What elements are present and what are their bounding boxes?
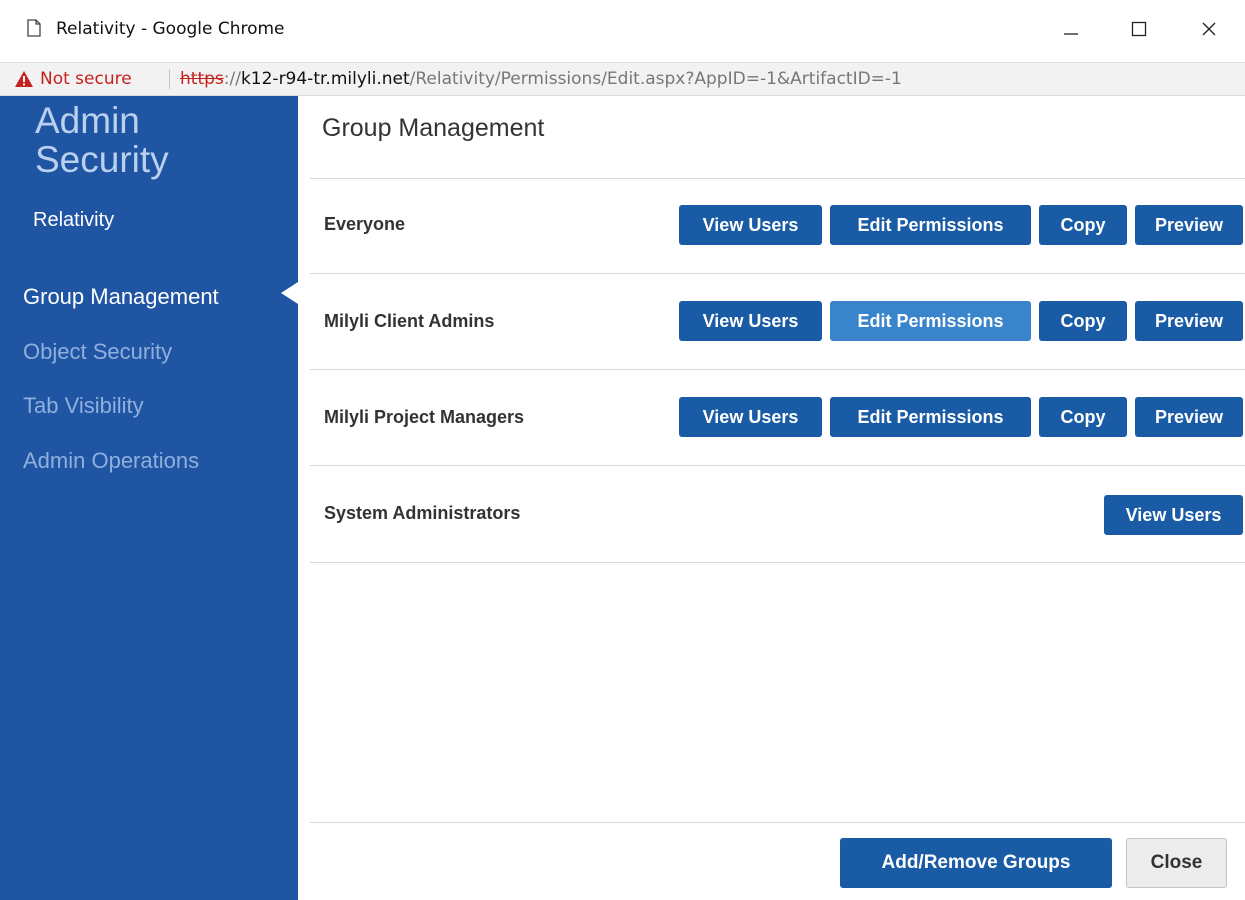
preview-button[interactable]: Preview xyxy=(1135,205,1243,245)
divider xyxy=(310,273,1245,274)
group-name: Everyone xyxy=(324,214,406,234)
add-remove-groups-button[interactable]: Add/Remove Groups xyxy=(840,838,1112,888)
group-name: System Administrators xyxy=(324,503,521,523)
url-path: /Relativity/Permissions/Edit.aspx?AppID=… xyxy=(409,69,902,89)
maximize-icon xyxy=(1131,21,1147,37)
warning-icon[interactable] xyxy=(14,70,34,88)
view-users-button[interactable]: View Users xyxy=(679,397,822,437)
sidebar-item-object-security[interactable]: Object Security xyxy=(23,339,172,365)
preview-button[interactable]: Preview xyxy=(1135,301,1243,341)
copy-button[interactable]: Copy xyxy=(1039,205,1127,245)
address-bar[interactable]: Not secure https://k12-r94-tr.milyli.net… xyxy=(0,62,1245,96)
copy-button[interactable]: Copy xyxy=(1039,301,1127,341)
divider xyxy=(310,465,1245,466)
sidebar: Admin Security Relativity Group Manageme… xyxy=(0,96,298,900)
sidebar-subtitle: Relativity xyxy=(33,209,115,231)
close-window-button[interactable] xyxy=(1189,12,1229,46)
edit-permissions-button[interactable]: Edit Permissions xyxy=(830,205,1031,245)
sidebar-item-admin-operations[interactable]: Admin Operations xyxy=(23,448,199,474)
active-indicator xyxy=(281,282,298,304)
minimize-button[interactable] xyxy=(1051,12,1091,46)
divider xyxy=(310,178,1245,179)
window-title: Relativity - Google Chrome xyxy=(56,19,285,39)
address-divider xyxy=(169,69,170,89)
sidebar-item-group-management[interactable]: Group Management xyxy=(23,284,219,310)
view-users-button[interactable]: View Users xyxy=(1104,495,1243,535)
url-text[interactable]: https://k12-r94-tr.milyli.net/Relativity… xyxy=(180,69,902,89)
close-button[interactable]: Close xyxy=(1126,838,1227,888)
group-name: Milyli Client Admins xyxy=(324,311,495,331)
footer-divider xyxy=(310,822,1245,823)
url-scheme: https xyxy=(180,69,224,89)
page-title: Group Management xyxy=(322,114,545,142)
close-icon xyxy=(1202,22,1216,36)
sidebar-title: Admin Security xyxy=(35,100,169,180)
view-users-button[interactable]: View Users xyxy=(679,205,822,245)
url-separator: :// xyxy=(223,69,241,89)
group-name: Milyli Project Managers xyxy=(324,407,525,427)
minimize-icon xyxy=(1064,33,1078,35)
url-host: k12-r94-tr.milyli.net xyxy=(240,69,410,89)
view-users-button[interactable]: View Users xyxy=(679,301,822,341)
window-title-bar: Relativity - Google Chrome xyxy=(0,0,1245,62)
edit-permissions-button[interactable]: Edit Permissions xyxy=(830,301,1031,341)
maximize-button[interactable] xyxy=(1119,12,1159,46)
divider xyxy=(310,562,1245,563)
copy-button[interactable]: Copy xyxy=(1039,397,1127,437)
divider xyxy=(310,369,1245,370)
preview-button[interactable]: Preview xyxy=(1135,397,1243,437)
edit-permissions-button[interactable]: Edit Permissions xyxy=(830,397,1031,437)
security-status[interactable]: Not secure xyxy=(40,69,132,89)
sidebar-item-tab-visibility[interactable]: Tab Visibility xyxy=(23,393,144,419)
page-icon xyxy=(27,19,41,37)
